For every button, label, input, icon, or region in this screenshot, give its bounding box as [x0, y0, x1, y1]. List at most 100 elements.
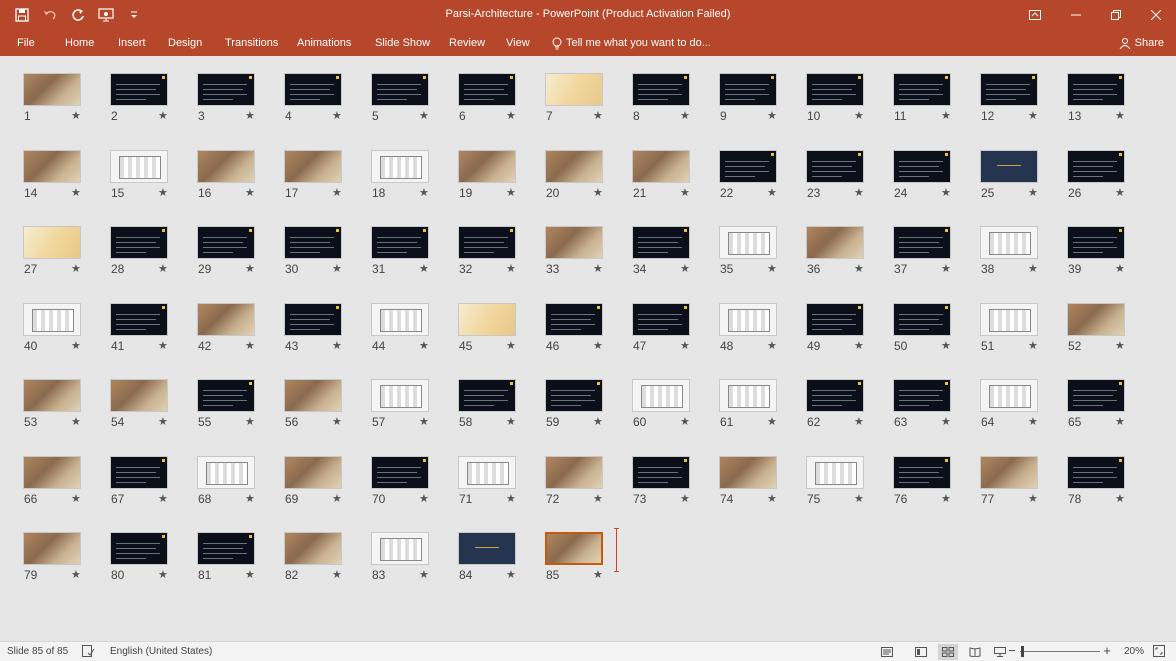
slide-thumbnail[interactable]: 54 ★ [110, 379, 190, 439]
slide-preview[interactable] [893, 73, 951, 106]
star-icon[interactable]: ★ [767, 186, 777, 199]
star-icon[interactable]: ★ [593, 492, 603, 505]
slide-preview[interactable] [632, 456, 690, 489]
star-icon[interactable]: ★ [71, 492, 81, 505]
slide-thumbnail[interactable]: 29 ★ [197, 226, 277, 286]
slide-thumbnail[interactable]: 19 ★ [458, 150, 538, 210]
slide-thumbnail[interactable]: 58 ★ [458, 379, 538, 439]
star-icon[interactable]: ★ [941, 492, 951, 505]
slide-thumbnail[interactable]: 23 ★ [806, 150, 886, 210]
slide-thumbnail[interactable]: 35 ★ [719, 226, 799, 286]
star-icon[interactable]: ★ [158, 109, 168, 122]
slide-preview[interactable] [110, 226, 168, 259]
star-icon[interactable]: ★ [506, 339, 516, 352]
slide-preview[interactable] [23, 303, 81, 336]
slide-preview[interactable] [110, 456, 168, 489]
slide-preview[interactable] [545, 379, 603, 412]
slide-thumbnail[interactable]: 82 ★ [284, 532, 364, 592]
star-icon[interactable]: ★ [245, 415, 255, 428]
star-icon[interactable]: ★ [332, 568, 342, 581]
slide-thumbnail[interactable]: 72 ★ [545, 456, 625, 516]
star-icon[interactable]: ★ [593, 109, 603, 122]
star-icon[interactable]: ★ [332, 109, 342, 122]
zoom-slider[interactable] [1020, 651, 1100, 652]
tell-me-box[interactable]: Tell me what you want to do... [552, 33, 711, 53]
slide-preview[interactable] [893, 456, 951, 489]
slide-preview[interactable] [980, 150, 1038, 183]
slide-thumbnail[interactable]: 83 ★ [371, 532, 451, 592]
slide-preview[interactable] [110, 150, 168, 183]
star-icon[interactable]: ★ [854, 339, 864, 352]
slide-thumbnail[interactable]: 44 ★ [371, 303, 451, 363]
slide-preview[interactable] [23, 379, 81, 412]
slide-preview[interactable] [980, 73, 1038, 106]
slide-thumbnail[interactable]: 73 ★ [632, 456, 712, 516]
slide-thumbnail[interactable]: 21 ★ [632, 150, 712, 210]
slide-counter[interactable]: Slide 85 of 85 [7, 646, 68, 657]
tab-slide-show[interactable]: Slide Show [375, 34, 430, 52]
star-icon[interactable]: ★ [506, 415, 516, 428]
slide-thumbnail[interactable]: 37 ★ [893, 226, 973, 286]
star-icon[interactable]: ★ [593, 262, 603, 275]
save-icon[interactable] [8, 4, 36, 26]
slide-thumbnail[interactable]: 50 ★ [893, 303, 973, 363]
slide-thumbnail[interactable]: 38 ★ [980, 226, 1060, 286]
star-icon[interactable]: ★ [332, 415, 342, 428]
slide-thumbnail[interactable]: 59 ★ [545, 379, 625, 439]
slide-preview[interactable] [806, 73, 864, 106]
slide-thumbnail[interactable]: 16 ★ [197, 150, 277, 210]
slide-thumbnail[interactable]: 47 ★ [632, 303, 712, 363]
star-icon[interactable]: ★ [593, 415, 603, 428]
star-icon[interactable]: ★ [1028, 415, 1038, 428]
slide-preview[interactable] [110, 379, 168, 412]
slide-thumbnail[interactable]: 65 ★ [1067, 379, 1147, 439]
star-icon[interactable]: ★ [593, 186, 603, 199]
slide-thumbnail[interactable]: 60 ★ [632, 379, 712, 439]
slide-thumbnail[interactable]: 42 ★ [197, 303, 277, 363]
slide-thumbnail[interactable]: 68 ★ [197, 456, 277, 516]
star-icon[interactable]: ★ [332, 339, 342, 352]
star-icon[interactable]: ★ [158, 339, 168, 352]
star-icon[interactable]: ★ [680, 492, 690, 505]
slide-preview[interactable] [197, 226, 255, 259]
slide-preview[interactable] [545, 303, 603, 336]
star-icon[interactable]: ★ [158, 186, 168, 199]
slide-preview[interactable] [980, 456, 1038, 489]
star-icon[interactable]: ★ [245, 568, 255, 581]
slide-preview[interactable] [23, 532, 81, 565]
star-icon[interactable]: ★ [71, 186, 81, 199]
slide-thumbnail[interactable]: 78 ★ [1067, 456, 1147, 516]
slide-preview[interactable] [197, 73, 255, 106]
slide-thumbnail[interactable]: 2 ★ [110, 73, 190, 133]
slide-thumbnail[interactable]: 63 ★ [893, 379, 973, 439]
star-icon[interactable]: ★ [767, 262, 777, 275]
slide-preview[interactable] [23, 73, 81, 106]
star-icon[interactable]: ★ [245, 339, 255, 352]
slide-thumbnail[interactable]: 56 ★ [284, 379, 364, 439]
slide-preview[interactable] [719, 150, 777, 183]
slide-preview[interactable] [893, 303, 951, 336]
star-icon[interactable]: ★ [1115, 262, 1125, 275]
star-icon[interactable]: ★ [506, 568, 516, 581]
slide-preview[interactable] [371, 379, 429, 412]
slide-thumbnail[interactable]: 5 ★ [371, 73, 451, 133]
tab-design[interactable]: Design [168, 34, 202, 52]
restore-icon[interactable] [1096, 0, 1136, 30]
star-icon[interactable]: ★ [1028, 339, 1038, 352]
star-icon[interactable]: ★ [158, 415, 168, 428]
slide-thumbnail[interactable]: 71 ★ [458, 456, 538, 516]
start-from-beginning-icon[interactable] [92, 4, 120, 26]
slide-preview[interactable] [23, 226, 81, 259]
slide-preview[interactable] [371, 73, 429, 106]
slide-thumbnail[interactable]: 41 ★ [110, 303, 190, 363]
slide-thumbnail[interactable]: 22 ★ [719, 150, 799, 210]
star-icon[interactable]: ★ [680, 186, 690, 199]
customize-qat-icon[interactable] [120, 4, 148, 26]
slide-preview[interactable] [458, 226, 516, 259]
slide-preview[interactable] [632, 303, 690, 336]
slide-preview[interactable] [980, 303, 1038, 336]
star-icon[interactable]: ★ [1115, 109, 1125, 122]
slide-preview[interactable] [197, 150, 255, 183]
tab-insert[interactable]: Insert [118, 34, 146, 52]
zoom-level[interactable]: 20% [1124, 646, 1144, 657]
